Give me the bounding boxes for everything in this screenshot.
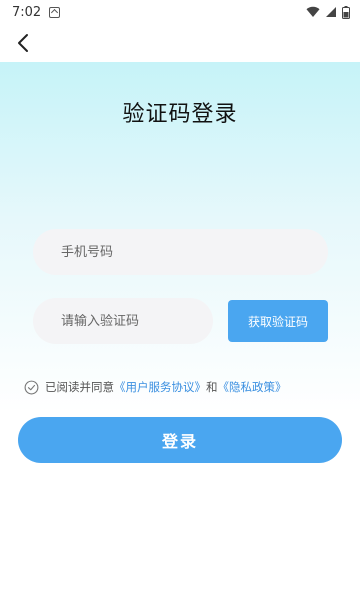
code-field[interactable] xyxy=(33,298,213,344)
chevron-left-icon xyxy=(18,34,28,52)
get-code-label: 获取验证码 xyxy=(247,314,308,329)
agreement-prefix: 已阅读并同意 xyxy=(45,380,114,394)
signal-icon xyxy=(326,7,336,17)
privacy-policy-link[interactable]: 《隐私政策》 xyxy=(218,379,287,395)
agreement-row: 已阅读并同意 《用户服务协议》 和 《隐私政策》 xyxy=(24,378,287,396)
status-right xyxy=(306,5,350,19)
wifi-icon xyxy=(306,6,320,18)
battery-icon xyxy=(342,5,350,19)
page-title: 验证码登录 xyxy=(122,102,238,127)
get-code-button[interactable]: 获取验证码 xyxy=(228,300,328,342)
phone-input[interactable] xyxy=(61,244,328,260)
login-button-label: 登录 xyxy=(161,432,198,451)
phone-field[interactable] xyxy=(33,229,328,275)
status-time: 7:02 xyxy=(12,4,42,20)
app-notification-icon xyxy=(49,6,61,18)
login-button[interactable]: 登录 xyxy=(18,417,342,463)
user-agreement-link[interactable]: 《用户服务协议》 xyxy=(114,379,206,395)
agreement-conjunction: 和 xyxy=(206,380,218,394)
status-bar: 7:02 xyxy=(0,0,360,24)
code-input[interactable] xyxy=(61,313,213,329)
app-header xyxy=(0,24,360,62)
agreement-checkbox-icon[interactable] xyxy=(24,380,39,395)
status-left: 7:02 xyxy=(12,4,61,20)
back-button[interactable] xyxy=(10,30,36,56)
